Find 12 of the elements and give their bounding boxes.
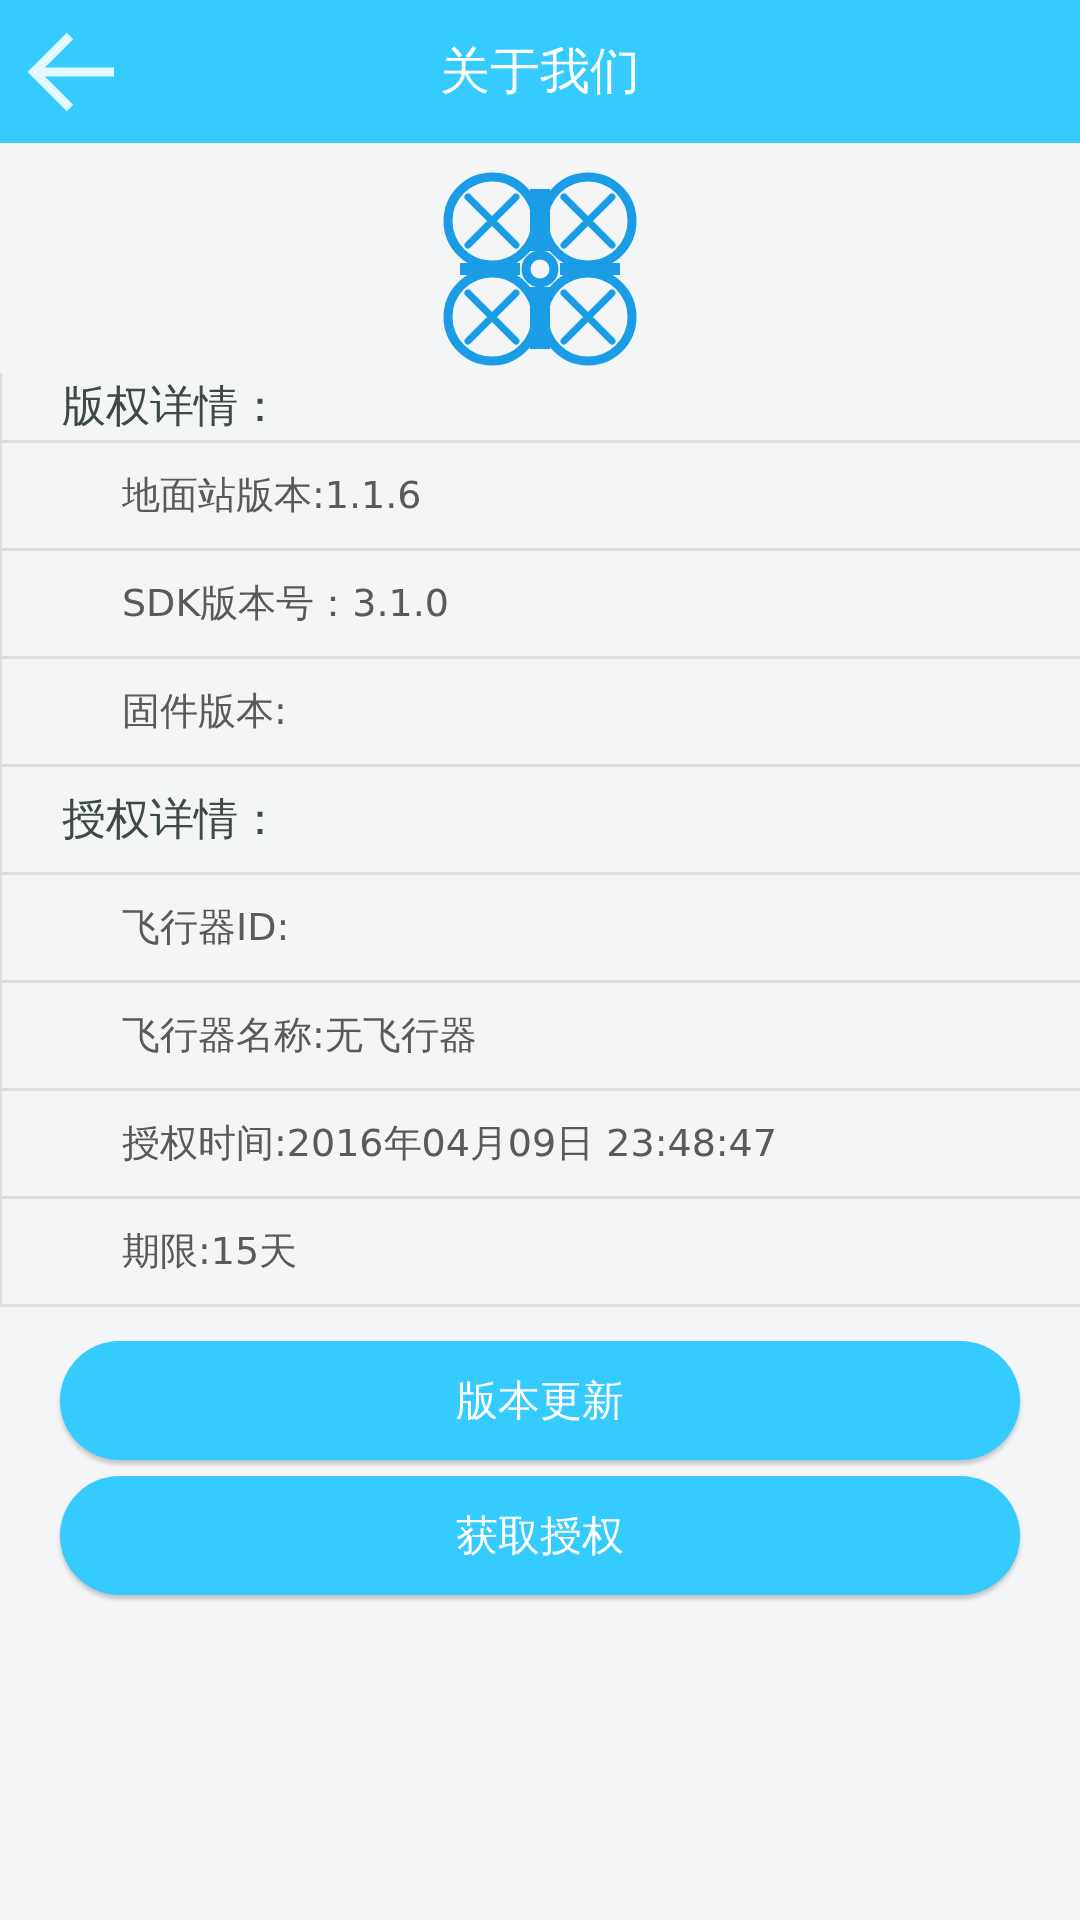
action-button[interactable]: 获取授权	[60, 1476, 1020, 1595]
page-title: 关于我们	[440, 41, 640, 102]
info-text: 地面站版本:1.1.6	[122, 472, 422, 519]
action-button[interactable]: 版本更新	[60, 1341, 1020, 1460]
section-heading: 版权详情：	[62, 379, 282, 433]
info-text: SDK版本号：3.1.0	[122, 580, 449, 627]
section-heading: 授权详情：	[62, 792, 282, 846]
info-text: 期限:15天	[122, 1228, 298, 1275]
info-text: 飞行器名称:无飞行器	[122, 1012, 477, 1059]
info-text: 固件版本:	[122, 688, 287, 735]
info-text: 授权时间:2016年04月09日 23:48:47	[122, 1120, 777, 1167]
info-text: 飞行器ID:	[122, 904, 290, 951]
